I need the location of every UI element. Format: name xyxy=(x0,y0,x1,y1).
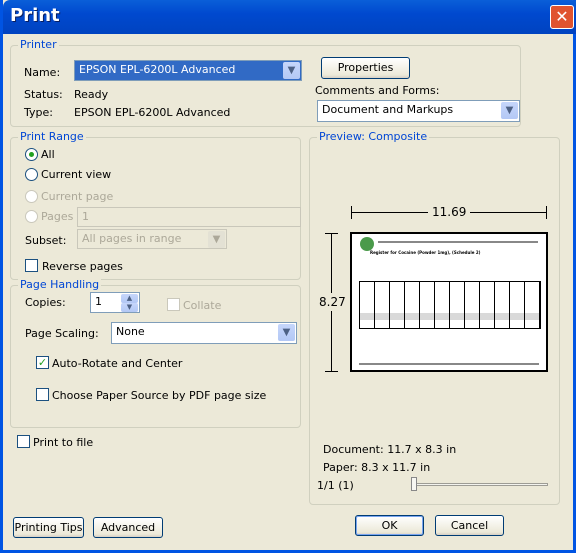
width-tick-right xyxy=(546,206,547,219)
current-page-label: Current page xyxy=(41,190,114,203)
ok-button[interactable]: OK xyxy=(355,515,424,536)
page-preview: Register for Cocaine (Powder 1mg), (Sche… xyxy=(350,232,548,372)
print-range-label: Print Range xyxy=(18,130,86,143)
page-indicator: 1/1 (1) xyxy=(317,479,354,492)
subset-label: Subset: xyxy=(25,234,67,247)
auto-rotate-checkbox[interactable]: ✓ xyxy=(36,356,49,369)
collate-label: Collate xyxy=(183,299,222,312)
chevron-down-icon[interactable]: ▼ xyxy=(501,102,518,119)
preview-width: 11.69 xyxy=(428,205,471,219)
type-value: EPSON EPL-6200L Advanced xyxy=(74,106,231,119)
height-tick-bottom xyxy=(325,371,338,372)
all-label: All xyxy=(41,148,55,161)
status-value: Ready xyxy=(74,88,109,101)
copies-value: 1 xyxy=(95,295,102,308)
copies-label: Copies: xyxy=(25,296,66,309)
comments-forms-label: Comments and Forms: xyxy=(315,84,440,97)
print-dialog: Print ✕ Printer Name: EPSON EPL-6200L Ad… xyxy=(0,0,576,553)
type-label: Type: xyxy=(24,106,53,119)
radio-pages[interactable] xyxy=(25,210,38,223)
pages-label: Pages xyxy=(41,210,74,223)
title-bar: Print ✕ xyxy=(3,0,576,34)
page-handling-label: Page Handling xyxy=(18,278,102,291)
subset-value: All pages in range xyxy=(82,232,182,245)
advanced-button[interactable]: Advanced xyxy=(93,517,163,538)
cancel-button[interactable]: Cancel xyxy=(435,515,504,536)
page-scaling-label: Page Scaling: xyxy=(25,327,99,340)
properties-button[interactable]: Properties xyxy=(321,57,410,79)
reverse-pages-label: Reverse pages xyxy=(42,260,123,273)
stepper-down-icon[interactable]: ▼ xyxy=(121,303,138,312)
reverse-pages-checkbox[interactable] xyxy=(25,259,38,272)
preview-table xyxy=(359,281,541,329)
radio-current-view[interactable] xyxy=(25,168,38,181)
preview-doc-title: Register for Cocaine (Powder 1mg), (Sche… xyxy=(370,250,481,255)
chevron-down-icon[interactable]: ▼ xyxy=(278,324,295,341)
print-to-file-checkbox[interactable] xyxy=(17,435,30,448)
preview-table-row xyxy=(359,313,541,320)
paper-size: Paper: 8.3 x 11.7 in xyxy=(323,461,431,474)
printer-name-value: EPSON EPL-6200L Advanced xyxy=(79,63,236,76)
status-label: Status: xyxy=(24,88,63,101)
document-size: Document: 11.7 x 8.3 in xyxy=(323,443,457,456)
current-view-label: Current view xyxy=(41,168,112,181)
chevron-down-icon[interactable]: ▼ xyxy=(208,231,225,248)
radio-current-page[interactable] xyxy=(25,190,38,203)
close-icon[interactable]: ✕ xyxy=(550,5,574,29)
page-scaling-value: None xyxy=(116,325,145,338)
printer-group-label: Printer xyxy=(18,38,59,51)
page-scaling-select[interactable]: None ▼ xyxy=(111,322,297,344)
printing-tips-button[interactable]: Printing Tips xyxy=(13,517,84,538)
header-rule xyxy=(378,241,538,243)
radio-all[interactable] xyxy=(25,148,38,161)
width-tick-left xyxy=(351,206,352,219)
copies-stepper[interactable]: 1 ▲ ▼ xyxy=(90,292,140,313)
comments-forms-select[interactable]: Document and Markups ▼ xyxy=(317,100,520,122)
auto-rotate-label: Auto-Rotate and Center xyxy=(52,357,183,370)
print-to-file-label: Print to file xyxy=(33,436,94,449)
chevron-down-icon[interactable]: ▼ xyxy=(283,62,300,79)
collate-checkbox[interactable] xyxy=(167,298,180,311)
name-label: Name: xyxy=(24,66,61,79)
dialog-title: Print xyxy=(10,5,60,26)
comments-forms-value: Document and Markups xyxy=(322,103,454,116)
paper-source-label: Choose Paper Source by PDF page size xyxy=(52,389,267,402)
footer-rule xyxy=(359,363,539,365)
logo-icon xyxy=(360,237,374,251)
height-tick-top xyxy=(325,233,338,234)
page-slider-thumb[interactable] xyxy=(411,477,417,491)
printer-name-select[interactable]: EPSON EPL-6200L Advanced ▼ xyxy=(74,60,302,81)
preview-label: Preview: Composite xyxy=(317,130,430,143)
page-slider[interactable] xyxy=(411,483,548,486)
paper-source-checkbox[interactable] xyxy=(36,388,49,401)
pages-input[interactable]: 1 xyxy=(77,207,301,227)
stepper-up-icon[interactable]: ▲ xyxy=(121,294,138,303)
preview-height: 8.27 xyxy=(319,293,346,311)
subset-select[interactable]: All pages in range ▼ xyxy=(77,229,227,249)
